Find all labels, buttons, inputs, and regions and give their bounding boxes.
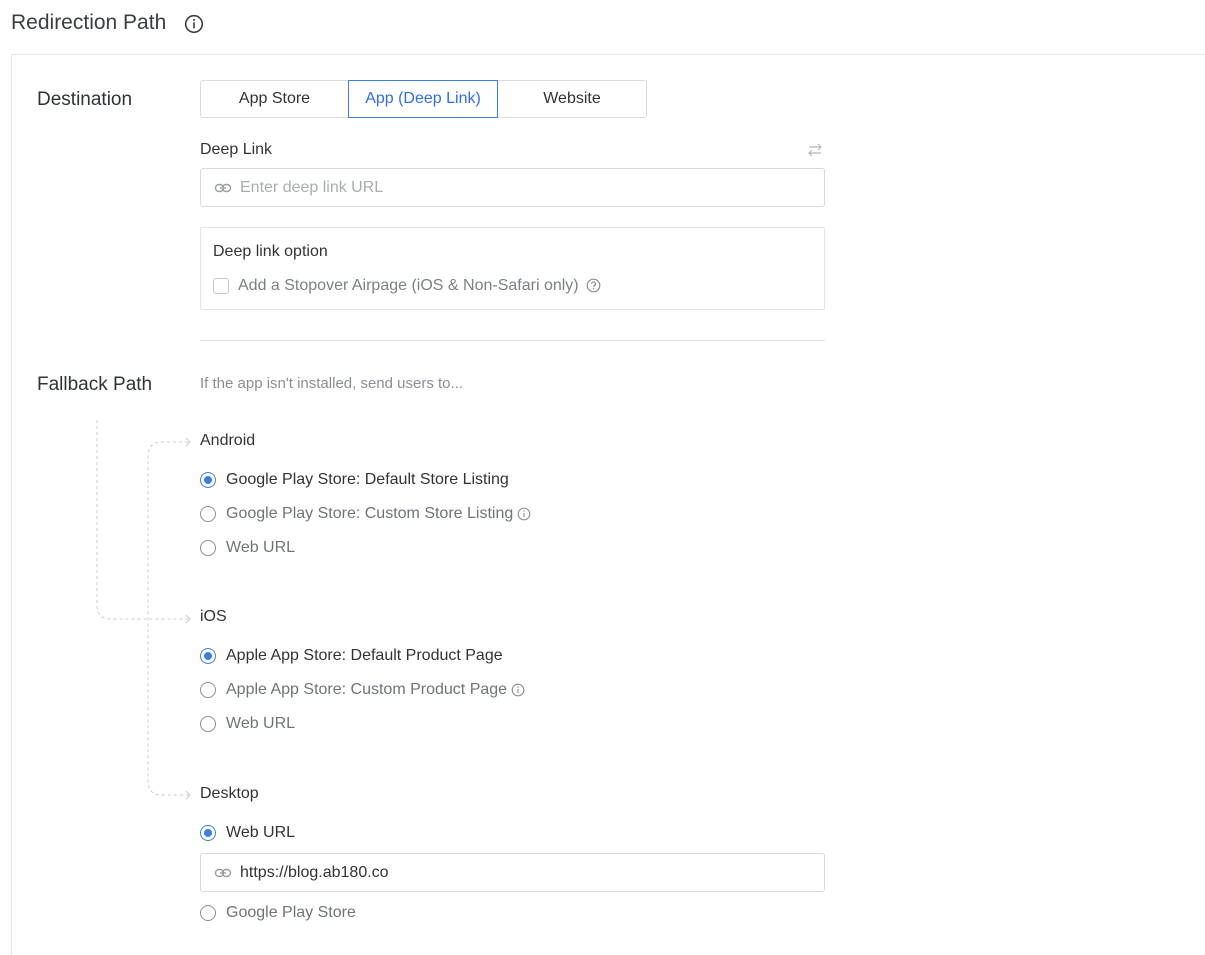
radio-button[interactable] [200,472,216,488]
radio-label: Web URL [226,539,296,556]
android-option-default-listing[interactable]: Google Play Store: Default Store Listing [200,469,509,491]
android-option-web-url[interactable]: Web URL [200,537,295,559]
link-icon [214,179,232,197]
info-icon[interactable] [517,507,531,521]
page-title: Redirection Path [11,11,167,34]
radio-label: Web URL [226,715,296,732]
deep-link-field [200,168,825,207]
desktop-web-url-input[interactable] [240,863,824,882]
ios-option-custom-page[interactable]: Apple App Store: Custom Product Page [200,679,525,701]
radio-label: Google Play Store: Default Store Listing [226,471,509,488]
fallback-connector-lines [96,420,191,800]
desktop-option-google-play[interactable]: Google Play Store [200,902,356,924]
deep-link-input[interactable] [240,178,824,197]
radio-label: Web URL [226,824,296,841]
desktop-title: Desktop [200,785,259,802]
ios-title: iOS [200,608,227,625]
fallback-hint: If the app isn't installed, send users t… [200,375,464,392]
radio-label: Google Play Store: Custom Store Listing [226,505,514,522]
radio-label: Apple App Store: Custom Product Page [226,681,508,698]
swap-icon[interactable] [806,143,824,157]
radio-button[interactable] [200,716,216,732]
radio-button[interactable] [200,506,216,522]
tab-app-store[interactable]: App Store [200,80,349,118]
radio-button[interactable] [200,648,216,664]
tab-app-deep-link[interactable]: App (Deep Link) [348,80,498,118]
fallback-path-label: Fallback Path [37,374,153,395]
stopover-airpage-checkbox[interactable] [213,278,229,294]
info-icon[interactable] [511,683,525,697]
help-icon[interactable] [586,278,601,293]
android-option-custom-listing[interactable]: Google Play Store: Custom Store Listing [200,503,531,525]
desktop-option-web-url[interactable]: Web URL [200,822,295,844]
radio-button[interactable] [200,825,216,841]
destination-label: Destination [37,89,133,110]
tab-website[interactable]: Website [497,80,647,118]
stopover-airpage-label[interactable]: Add a Stopover Airpage (iOS & Non-Safari… [238,277,579,295]
radio-label: Google Play Store [226,904,356,921]
radio-button[interactable] [200,540,216,556]
radio-button[interactable] [200,905,216,921]
deep-link-option-box [200,227,825,310]
radio-label: Apple App Store: Default Product Page [226,647,503,664]
radio-button[interactable] [200,682,216,698]
android-title: Android [200,432,256,449]
deep-link-label: Deep Link [200,141,273,158]
ios-option-default-page[interactable]: Apple App Store: Default Product Page [200,645,503,667]
section-divider [200,340,825,341]
info-icon[interactable] [184,14,204,34]
deep-link-option-title: Deep link option [213,243,328,260]
link-icon [214,864,232,882]
desktop-web-url-field [200,853,825,892]
ios-option-web-url[interactable]: Web URL [200,713,295,735]
